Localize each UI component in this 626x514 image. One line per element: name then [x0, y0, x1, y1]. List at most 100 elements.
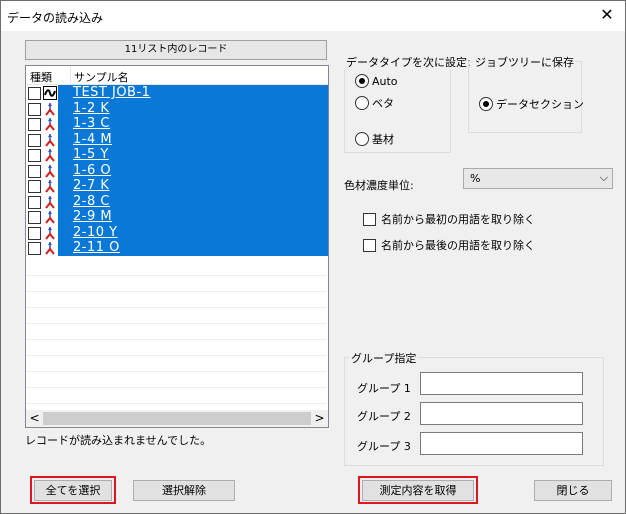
- list-item[interactable]: 2-9 M: [26, 209, 328, 225]
- density-label: 色材濃度単位:: [344, 179, 414, 192]
- row-checkbox[interactable]: [28, 102, 41, 116]
- radio-unselected-icon: [355, 96, 369, 110]
- row-checkbox[interactable]: [28, 211, 41, 224]
- close-button[interactable]: 閉じる: [534, 480, 612, 501]
- list-item[interactable]: 1-5 Y: [26, 147, 328, 163]
- radio-substrate[interactable]: 基材: [355, 131, 394, 147]
- list-item[interactable]: 2-8 C: [26, 193, 328, 209]
- group2-label: グループ 2: [357, 410, 411, 423]
- radio-auto[interactable]: Auto: [355, 74, 398, 88]
- radio-unselected-icon: [355, 132, 369, 146]
- sample-name: 2-8 C: [73, 193, 110, 209]
- chevron-down-icon: ⌵: [599, 171, 608, 184]
- group2-input[interactable]: [420, 402, 583, 425]
- sample-name: TEST JOB-1: [73, 85, 151, 100]
- close-icon[interactable]: ✕: [597, 5, 617, 25]
- row-checkbox[interactable]: [28, 133, 41, 147]
- radio-selected-icon: [479, 97, 493, 111]
- scroll-right-icon[interactable]: >: [311, 410, 328, 427]
- list-item[interactable]: 2-7 K: [26, 178, 328, 194]
- list-item[interactable]: 1-2 K: [26, 100, 328, 116]
- scroll-left-icon[interactable]: <: [26, 410, 43, 427]
- radio-substrate-label: 基材: [372, 133, 394, 146]
- empty-row-line: [26, 307, 326, 308]
- status-text: レコードが読み込まれませんでした。: [25, 434, 212, 447]
- datatype-label: データタイプを次に設定:: [344, 54, 473, 70]
- group1-input[interactable]: [420, 372, 583, 395]
- sample-name: 1-6 O: [73, 162, 112, 178]
- row-checkbox[interactable]: [28, 195, 41, 209]
- column-separator[interactable]: [70, 66, 71, 84]
- list-header-caption: 11リスト内のレコード: [25, 40, 327, 60]
- row-checkbox[interactable]: [28, 87, 41, 100]
- dialog-window: データの読み込み ✕ 11リスト内のレコード 種類 サンプル名 TEST JOB…: [0, 0, 626, 514]
- sample-icon: [43, 102, 57, 116]
- sample-icon: [43, 117, 57, 131]
- get-measurement-button[interactable]: 測定内容を取得: [362, 480, 474, 501]
- row-checkbox[interactable]: [28, 118, 41, 131]
- row-checkbox[interactable]: [28, 149, 41, 162]
- empty-row-line: [26, 291, 326, 292]
- title-bar: データの読み込み ✕: [1, 1, 625, 31]
- horizontal-scrollbar[interactable]: < >: [26, 410, 328, 427]
- checkbox-box: [363, 212, 376, 226]
- remove-last-term-label: 名前から最後の用語を取り除く: [381, 239, 535, 252]
- sample-name: 1-2 K: [73, 100, 110, 116]
- scroll-thumb[interactable]: [43, 412, 311, 425]
- empty-row-line: [26, 403, 326, 404]
- sample-icon: [43, 241, 57, 255]
- checkbox-box: [363, 238, 376, 252]
- list-item[interactable]: 1-4 M: [26, 131, 328, 147]
- sample-icon: [43, 164, 57, 178]
- sample-name: 2-11 O: [73, 240, 120, 255]
- radio-solid-label: ベタ: [372, 97, 394, 110]
- radio-selected-icon: [355, 74, 369, 88]
- sample-name: 2-7 K: [73, 178, 110, 193]
- deselect-button[interactable]: 選択解除: [133, 480, 235, 501]
- list-item[interactable]: 1-6 O: [26, 162, 328, 178]
- list-item[interactable]: 1-3 C: [26, 116, 328, 132]
- list-item[interactable]: TEST JOB-1: [26, 85, 328, 101]
- sample-icon: [43, 195, 57, 209]
- list-rows: TEST JOB-1 1-2 K 1-3 C 1-4 M 1-5 Y 1-6 O 2-7 K…: [26, 85, 328, 404]
- column-sample-name[interactable]: サンプル名: [74, 69, 129, 85]
- radio-data-section-label: データセクション: [496, 98, 584, 111]
- empty-row-line: [26, 355, 326, 356]
- list-column-header: 種類 サンプル名: [26, 66, 328, 85]
- jobtree-label: ジョブツリーに保存: [473, 54, 576, 70]
- empty-row-line: [26, 371, 326, 372]
- radio-data-section[interactable]: データセクション: [479, 96, 584, 112]
- density-unit-select[interactable]: % ⌵: [463, 168, 613, 189]
- list-item[interactable]: 2-10 Y: [26, 224, 328, 240]
- remove-first-term-checkbox[interactable]: 名前から最初の用語を取り除く: [363, 211, 535, 227]
- sample-name: 1-5 Y: [73, 147, 109, 162]
- job-icon: [43, 86, 57, 100]
- sample-icon: [43, 226, 57, 240]
- row-checkbox[interactable]: [28, 226, 41, 240]
- group3-label: グループ 3: [357, 440, 411, 453]
- select-all-button[interactable]: 全てを選択: [34, 480, 112, 501]
- list-item[interactable]: 2-11 O: [26, 240, 328, 256]
- remove-last-term-checkbox[interactable]: 名前から最後の用語を取り除く: [363, 237, 535, 253]
- remove-first-term-label: 名前から最初の用語を取り除く: [381, 213, 535, 226]
- group3-input[interactable]: [420, 432, 583, 455]
- radio-solid[interactable]: ベタ: [355, 95, 394, 111]
- density-unit-value: %: [470, 172, 481, 185]
- sample-icon: [43, 148, 57, 162]
- empty-row-line: [26, 339, 326, 340]
- sample-name: 1-3 C: [73, 116, 110, 131]
- sample-icon: [43, 210, 57, 224]
- row-checkbox[interactable]: [28, 164, 41, 178]
- group-assignment-label: グループ指定: [349, 350, 419, 366]
- sample-name: 2-9 M: [73, 209, 113, 224]
- window-title: データの読み込み: [7, 11, 104, 25]
- sample-name: 2-10 Y: [73, 224, 118, 240]
- empty-row-line: [26, 387, 326, 388]
- column-type[interactable]: 種類: [30, 69, 70, 85]
- row-checkbox[interactable]: [28, 180, 41, 193]
- record-list[interactable]: 種類 サンプル名 TEST JOB-1 1-2 K 1-3 C 1-4 M 1-5 Y1…: [25, 65, 329, 428]
- sample-icon: [43, 133, 57, 147]
- radio-auto-label: Auto: [372, 74, 398, 88]
- empty-row-line: [26, 323, 326, 324]
- row-checkbox[interactable]: [28, 242, 41, 255]
